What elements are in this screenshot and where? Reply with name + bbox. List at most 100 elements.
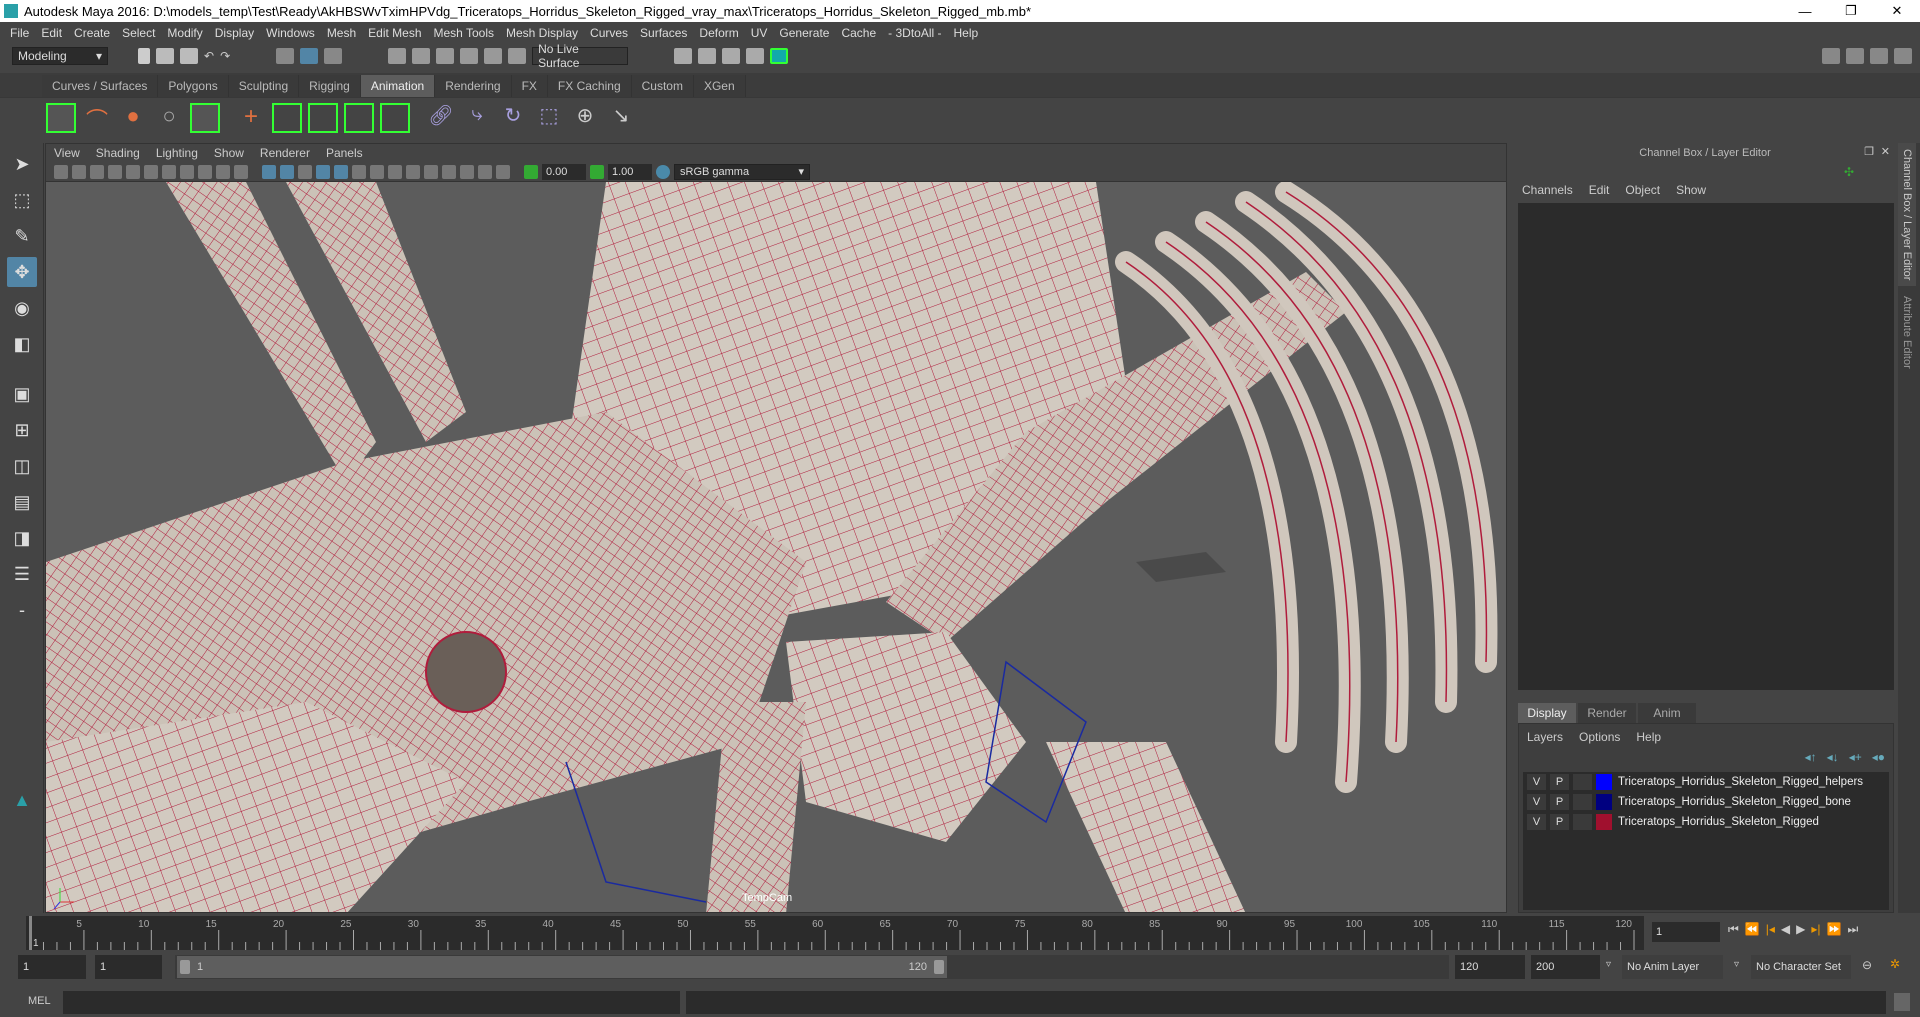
snap-curve-icon[interactable] bbox=[412, 48, 431, 64]
tab-xgen[interactable]: XGen bbox=[693, 75, 746, 97]
move-layer-down-icon[interactable]: ◂↓ bbox=[1827, 750, 1839, 764]
viewport-menu-lighting[interactable]: Lighting bbox=[156, 146, 198, 160]
menu-select[interactable]: Select bbox=[122, 26, 155, 40]
tab-anim[interactable]: Anim bbox=[1638, 703, 1696, 723]
live-surface-field[interactable]: No Live Surface bbox=[532, 42, 629, 70]
menu-create[interactable]: Create bbox=[74, 26, 110, 40]
menu-generate[interactable]: Generate bbox=[779, 26, 829, 40]
options-menu[interactable]: Options bbox=[1579, 730, 1620, 744]
play-forward-icon[interactable]: ▶ bbox=[1796, 922, 1805, 937]
ipr-render-icon[interactable] bbox=[722, 48, 741, 64]
move-layer-up-icon[interactable]: ◂↑ bbox=[1805, 750, 1817, 764]
lights-icon[interactable] bbox=[352, 164, 366, 179]
mel-input[interactable] bbox=[63, 991, 680, 1014]
display-type-toggle[interactable] bbox=[1573, 774, 1592, 790]
layer-name[interactable]: Triceratops_Horridus_Skeleton_Rigged bbox=[1618, 816, 1819, 828]
layer-name[interactable]: Triceratops_Horridus_Skeleton_Rigged_bon… bbox=[1618, 796, 1851, 808]
wireframe-icon[interactable] bbox=[262, 164, 276, 179]
step-forward-key-icon[interactable]: ⏩ bbox=[1827, 922, 1842, 937]
gate-mask-icon[interactable] bbox=[180, 164, 194, 179]
safe-title-icon[interactable] bbox=[234, 164, 248, 179]
lasso-tool-icon[interactable]: ⬚ bbox=[7, 185, 37, 215]
aim-constraint-icon[interactable] bbox=[380, 102, 410, 133]
attribute-editor-icon[interactable] bbox=[1846, 48, 1864, 64]
layer-row[interactable]: V P Triceratops_Horridus_Skeleton_Rigged_h… bbox=[1523, 772, 1889, 792]
layer-name[interactable]: Triceratops_Horridus_Skeleton_Rigged_hel… bbox=[1618, 776, 1863, 788]
gamma-field[interactable]: 1.00 bbox=[608, 163, 652, 180]
color-space-dropdown[interactable]: sRGB gamma ▾ bbox=[674, 163, 810, 180]
four-view-icon[interactable]: ⊞ bbox=[7, 415, 37, 445]
range-slider-handle[interactable]: 1 120 bbox=[177, 956, 947, 978]
show-menu[interactable]: Show bbox=[1676, 183, 1706, 197]
layer-color-swatch[interactable] bbox=[1596, 774, 1612, 790]
visibility-toggle[interactable]: V bbox=[1527, 814, 1546, 830]
snap-view-icon[interactable] bbox=[460, 48, 479, 64]
time-slider[interactable]: 5 10 15 20 25 30 35 40 45 50 55 60 65 70 75 80 85 90 95 100… bbox=[26, 916, 1644, 950]
menu-mesh-display[interactable]: Mesh Display bbox=[506, 26, 578, 40]
new-layer-icon[interactable]: ◂+ bbox=[1849, 750, 1862, 764]
textured-icon[interactable] bbox=[334, 164, 348, 179]
scale-constraint-icon[interactable] bbox=[344, 102, 374, 133]
range-track[interactable]: 1 120 bbox=[175, 955, 1449, 979]
point-constraint-icon[interactable] bbox=[272, 102, 302, 133]
menu-mesh-tools[interactable]: Mesh Tools bbox=[434, 26, 494, 40]
playblast-icon[interactable] bbox=[46, 102, 76, 133]
link-target-icon[interactable]: ⊕ bbox=[570, 103, 600, 133]
camera-icon[interactable] bbox=[54, 164, 68, 179]
tab-render[interactable]: Render bbox=[1578, 703, 1636, 723]
display-type-toggle[interactable] bbox=[1573, 814, 1592, 830]
side-tab-channel-box[interactable]: Channel Box / Layer Editor bbox=[1898, 143, 1916, 287]
motion-blur-icon[interactable] bbox=[406, 164, 420, 179]
layer-row[interactable]: V P Triceratops_Horridus_Skeleton_Rigged bbox=[1523, 812, 1889, 832]
snap-surface-icon[interactable] bbox=[484, 48, 503, 64]
collapse-icon[interactable]: - bbox=[7, 595, 37, 625]
object-menu[interactable]: Object bbox=[1625, 183, 1660, 197]
select-component-icon[interactable] bbox=[324, 48, 343, 64]
new-scene-icon[interactable] bbox=[138, 48, 150, 64]
ambient-occlusion-icon[interactable] bbox=[388, 164, 402, 179]
open-scene-icon[interactable] bbox=[156, 48, 174, 64]
exposure-field[interactable]: 0.00 bbox=[542, 163, 586, 180]
xray-icon[interactable] bbox=[460, 164, 474, 179]
range-end-handle[interactable] bbox=[934, 960, 944, 974]
camera-attr-icon[interactable] bbox=[72, 164, 86, 179]
layers-menu[interactable]: Layers bbox=[1527, 730, 1563, 744]
snap-grid-icon[interactable] bbox=[388, 48, 407, 64]
tab-animation[interactable]: Animation bbox=[360, 75, 436, 97]
step-forward-frame-icon[interactable]: ▸| bbox=[1811, 922, 1820, 937]
current-time-marker[interactable] bbox=[29, 916, 32, 950]
menu-3dtoall[interactable]: - 3DtoAll - bbox=[888, 26, 941, 40]
exposure-icon[interactable] bbox=[524, 164, 538, 179]
outliner-layout-icon[interactable]: ☰ bbox=[7, 559, 37, 589]
mel-label[interactable]: MEL bbox=[28, 995, 51, 1007]
snap-live-icon[interactable] bbox=[508, 48, 527, 64]
tab-curves-surfaces[interactable]: Curves / Surfaces bbox=[42, 75, 159, 97]
layer-color-swatch[interactable] bbox=[1596, 814, 1612, 830]
scene-3d-view[interactable] bbox=[46, 182, 1507, 913]
range-start-handle[interactable] bbox=[180, 960, 190, 974]
link-icon[interactable]: 🔗︎ bbox=[426, 103, 456, 133]
anim-layer-dropdown[interactable]: No Anim Layer bbox=[1622, 955, 1723, 979]
modeling-toolkit-icon[interactable] bbox=[1822, 48, 1840, 64]
viewport-menu-show[interactable]: Show bbox=[214, 146, 244, 160]
hypershade-icon[interactable] bbox=[770, 48, 789, 64]
link-translate-icon[interactable]: ⤷ bbox=[462, 103, 492, 133]
chevron-down-icon[interactable]: ▿ bbox=[1734, 959, 1739, 970]
playback-end-field[interactable]: 120 bbox=[1455, 955, 1525, 979]
viewport-menu-panels[interactable]: Panels bbox=[326, 146, 363, 160]
start-frame-field[interactable]: 1 bbox=[18, 955, 86, 979]
wireframe-on-shaded-icon[interactable] bbox=[316, 164, 330, 179]
orient-constraint-icon[interactable] bbox=[308, 102, 338, 133]
antialiasing-icon[interactable] bbox=[424, 164, 438, 179]
gamma-icon[interactable] bbox=[590, 164, 604, 179]
set-key-icon[interactable] bbox=[190, 102, 220, 133]
go-to-start-icon[interactable]: ⏮ bbox=[1728, 922, 1739, 937]
channels-menu[interactable]: Channels bbox=[1522, 183, 1573, 197]
link-rotate-icon[interactable]: ↻ bbox=[498, 103, 528, 133]
close-button[interactable]: ✕ bbox=[1874, 3, 1920, 19]
persp-graph-icon[interactable]: ▤ bbox=[7, 487, 37, 517]
side-by-side-icon[interactable]: ◫ bbox=[7, 451, 37, 481]
viewport-menu-renderer[interactable]: Renderer bbox=[260, 146, 310, 160]
menu-deform[interactable]: Deform bbox=[699, 26, 738, 40]
chevron-down-icon[interactable]: ▿ bbox=[1606, 959, 1611, 970]
